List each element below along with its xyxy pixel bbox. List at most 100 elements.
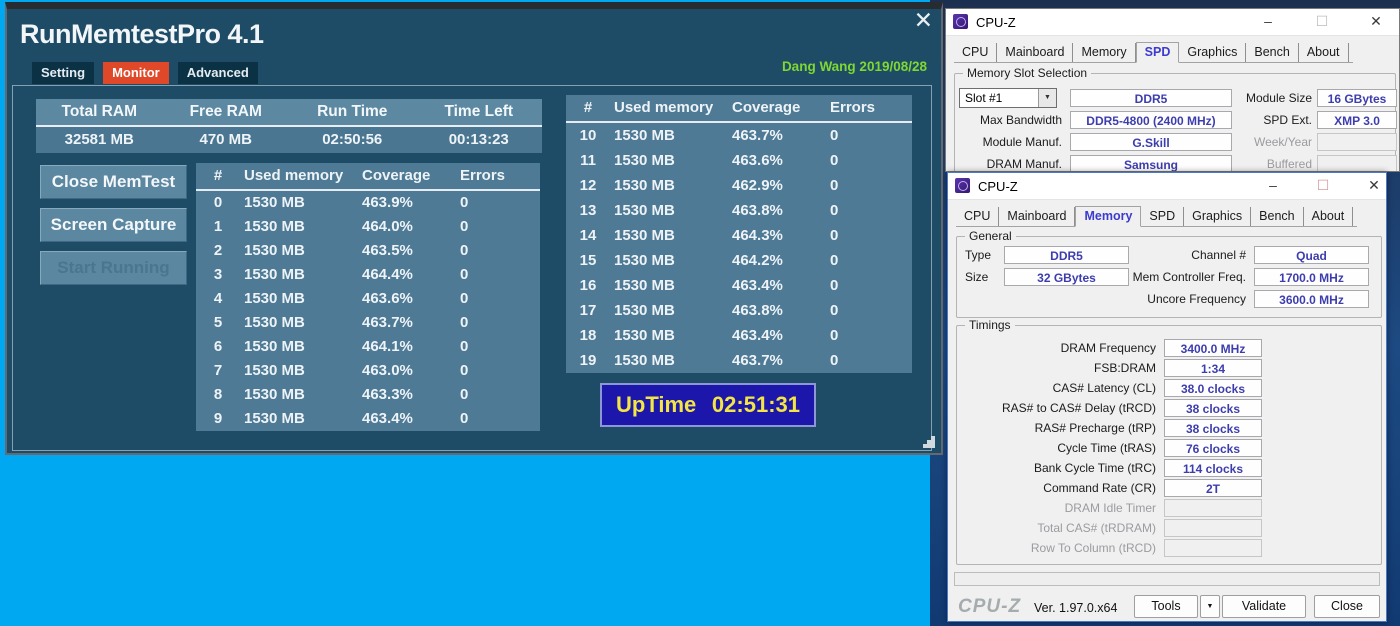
tab-spd[interactable]: SPD (1141, 206, 1185, 226)
table-row: 11 1530 MB 463.6% 0 (580, 152, 839, 169)
week-year-field (1317, 133, 1397, 151)
spd-ext-field: XMP 3.0 (1317, 111, 1397, 129)
channel-field: Quad (1254, 246, 1369, 264)
table-row: 5 1530 MB 463.7% 0 (213, 314, 469, 331)
resize-grip[interactable] (931, 444, 935, 448)
tab-about[interactable]: About (1299, 42, 1349, 62)
bank-cycle-time-label: Bank Cycle Time (tRC) (1033, 461, 1156, 475)
maximize-icon[interactable]: ☐ (1312, 13, 1332, 30)
total-cas-field (1164, 519, 1262, 537)
table-row: 14 1530 MB 464.3% 0 (579, 227, 839, 244)
validate-button[interactable]: Validate (1222, 595, 1306, 618)
chevron-down-icon[interactable]: ▼ (1038, 89, 1056, 107)
start-running-button[interactable]: Start Running (40, 251, 187, 285)
mem-controller-freq-label: Mem Controller Freq. (1132, 270, 1246, 284)
table-row: 13 1530 MB 463.8% 0 (579, 202, 839, 219)
stats-header-free-ram: Free RAM (189, 103, 262, 120)
author-date-text: Dang Wang 2019/08/28 (781, 59, 927, 74)
cpuz-app-icon (955, 178, 970, 193)
tab-memory[interactable]: Memory (1073, 42, 1136, 62)
title-bar[interactable]: CPU-Z – ☐ ✕ (948, 173, 1386, 200)
table-row: 12 1530 MB 462.9% 0 (579, 177, 839, 194)
slot-select-dropdown[interactable]: Slot #1 ▼ (959, 88, 1057, 108)
cpuz-logo: CPU-Z (958, 596, 1022, 617)
group-label: Memory Slot Selection (963, 66, 1092, 81)
cpuz-tab-bar: CPU Mainboard Memory SPD Graphics Bench … (954, 41, 1353, 63)
close-button[interactable]: Close (1314, 595, 1380, 618)
col-header-used-memory: Used memory (614, 99, 714, 116)
table-row: 10 1530 MB 463.7% 0 (579, 127, 839, 144)
group-label: General (965, 229, 1016, 244)
uptime-label: UpTime (616, 392, 697, 417)
tab-cpu[interactable]: CPU (956, 206, 1000, 226)
close-icon[interactable]: ✕ (1364, 177, 1384, 194)
type-label: Type (965, 248, 992, 262)
minimize-icon[interactable]: – (1258, 13, 1278, 29)
table-row: 2 1530 MB 463.5% 0 (213, 242, 469, 259)
ras-precharge-field: 38 clocks (1164, 419, 1262, 437)
dram-manuf-label: DRAM Manuf. (986, 157, 1062, 171)
cycle-time-label: Cycle Time (tRAS) (1057, 441, 1156, 455)
tab-setting[interactable]: Setting (32, 62, 95, 84)
dram-idle-timer-label: DRAM Idle Timer (1064, 501, 1156, 515)
col-header-errors: Errors (830, 99, 876, 116)
cpuz-memory-window: CPU-Z – ☐ ✕ CPU Mainboard Memory SPD Gra… (947, 172, 1387, 622)
size-label: Size (965, 270, 989, 284)
ras-to-cas-delay-field: 38 clocks (1164, 399, 1262, 417)
minimize-icon[interactable]: – (1263, 177, 1283, 193)
buffered-label: Buffered (1266, 157, 1312, 171)
table-row: 15 1530 MB 464.2% 0 (579, 252, 839, 269)
command-rate-label: Command Rate (CR) (1043, 481, 1156, 495)
command-rate-field: 2T (1164, 479, 1262, 497)
row-to-column-field (1164, 539, 1262, 557)
screen-capture-button[interactable]: Screen Capture (40, 208, 187, 242)
table-row: 0 1530 MB 463.9% 0 (213, 194, 469, 211)
tab-cpu[interactable]: CPU (954, 42, 998, 62)
tools-dropdown-icon[interactable]: ▼ (1200, 595, 1220, 618)
memtest-tab-bar: Setting Monitor Advanced (32, 62, 258, 84)
cpuz-tab-bar: CPU Mainboard Memory SPD Graphics Bench … (956, 205, 1358, 227)
tab-graphics[interactable]: Graphics (1179, 42, 1247, 62)
title-bar[interactable]: CPU-Z – ☐ ✕ (946, 9, 1399, 36)
bank-cycle-time-field: 114 clocks (1164, 459, 1262, 477)
module-size-field: 16 GBytes (1317, 89, 1397, 107)
general-group: General Type DDR5 Channel # Quad Size 32… (956, 229, 1382, 318)
tab-mainboard[interactable]: Mainboard (999, 206, 1076, 226)
ras-to-cas-delay-label: RAS# to CAS# Delay (tRCD) (1001, 401, 1156, 415)
dram-frequency-label: DRAM Frequency (1060, 341, 1156, 355)
tab-advanced[interactable]: Advanced (177, 62, 258, 84)
window-title: CPU-Z (976, 15, 1016, 30)
memory-slot-selection-group: Memory Slot Selection Slot #1 ▼ DDR5 Mod… (954, 66, 1397, 171)
stats-header-total-ram: Total RAM (61, 103, 137, 120)
tab-about[interactable]: About (1304, 206, 1354, 226)
maximize-icon[interactable]: ☐ (1313, 177, 1333, 194)
week-year-label: Week/Year (1253, 135, 1312, 149)
table-row: 18 1530 MB 463.4% 0 (579, 327, 839, 344)
ras-precharge-label: RAS# Precharge (tRP) (1034, 421, 1156, 435)
tab-memory[interactable]: Memory (1075, 205, 1142, 227)
tab-bench[interactable]: Bench (1246, 42, 1299, 62)
module-size-label: Module Size (1245, 91, 1312, 105)
tab-bench[interactable]: Bench (1251, 206, 1304, 226)
tools-button[interactable]: Tools (1134, 595, 1198, 618)
close-memtest-button[interactable]: Close MemTest (40, 165, 187, 199)
cas-latency-field: 38.0 clocks (1164, 379, 1262, 397)
table-row: 17 1530 MB 463.8% 0 (579, 302, 839, 319)
version-text: Ver. 1.97.0.x64 (1034, 601, 1118, 615)
window-title: CPU-Z (978, 179, 1018, 194)
stats-time-left: 00:13:23 (448, 131, 509, 148)
close-icon[interactable]: ✕ (1366, 13, 1386, 30)
close-icon[interactable]: ✕ (914, 7, 933, 34)
group-label: Timings (965, 318, 1015, 333)
tab-monitor[interactable]: Monitor (103, 62, 169, 84)
tab-mainboard[interactable]: Mainboard (997, 42, 1074, 62)
col-header-num: # (213, 167, 223, 184)
table-row: 8 1530 MB 463.3% 0 (213, 386, 469, 403)
table-row: 7 1530 MB 463.0% 0 (213, 362, 469, 379)
tab-spd[interactable]: SPD (1135, 41, 1180, 63)
tab-graphics[interactable]: Graphics (1184, 206, 1252, 226)
uptime-box: UpTime 02:51:31 (600, 383, 816, 427)
cas-latency-label: CAS# Latency (CL) (1052, 381, 1156, 395)
dram-idle-timer-field (1164, 499, 1262, 517)
timings-group: Timings DRAM Frequency 3400.0 MHz FSB:DR… (956, 318, 1382, 565)
